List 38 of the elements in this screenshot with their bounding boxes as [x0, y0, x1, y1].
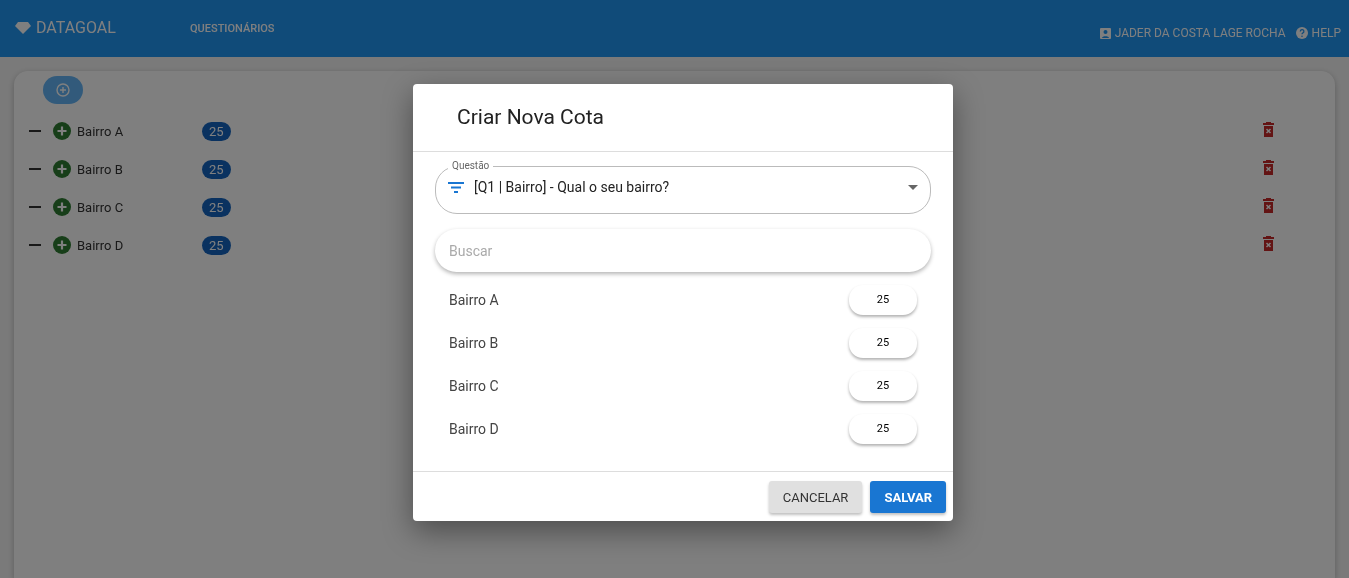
option-name: Bairro A: [449, 291, 499, 308]
delete-icon[interactable]: [1262, 120, 1275, 138]
quota-name: Bairro C: [77, 199, 125, 215]
quota-input[interactable]: 25: [849, 370, 917, 401]
option-name: Bairro C: [449, 377, 499, 394]
count-badge: 25: [202, 121, 231, 141]
option-name: Bairro B: [449, 334, 499, 351]
field-label: Questão: [451, 160, 491, 172]
quota-name: Bairro D: [77, 237, 125, 253]
delete-icon[interactable]: [1262, 196, 1275, 214]
contact-icon: [1099, 27, 1111, 39]
count-badge: 25: [202, 197, 231, 217]
count-badge: 25: [202, 159, 231, 179]
cancel-button[interactable]: CANCELAR: [768, 481, 863, 513]
add-icon[interactable]: [53, 236, 71, 254]
quota-input[interactable]: 25: [849, 327, 917, 358]
add-icon[interactable]: [53, 122, 71, 140]
add-button[interactable]: [43, 76, 83, 104]
delete-icon[interactable]: [1262, 234, 1275, 252]
add-icon[interactable]: [53, 160, 71, 178]
diamond-icon: [15, 21, 31, 34]
count-badge: 25: [202, 235, 231, 255]
help-icon: [1295, 27, 1308, 39]
quota-name: Bairro A: [77, 123, 125, 139]
quota-input[interactable]: 25: [849, 284, 917, 315]
add-icon[interactable]: [53, 198, 71, 216]
search-field[interactable]: Buscar: [435, 229, 931, 272]
quota-name: Bairro B: [77, 161, 124, 177]
save-button[interactable]: SALVAR: [870, 481, 946, 513]
brand-name: DATAGOAL: [36, 18, 116, 37]
caret-icon: [908, 184, 918, 190]
add-icon: [56, 83, 70, 97]
option-name: Bairro D: [449, 420, 499, 437]
dialog-title: Criar Nova Cota: [413, 84, 953, 152]
filter-icon: [448, 181, 464, 193]
quota-input[interactable]: 25: [849, 413, 917, 444]
question-select[interactable]: Questão [Q1 | Bairro] - Qual o seu bairro?: [435, 160, 931, 214]
delete-icon[interactable]: [1262, 158, 1275, 176]
